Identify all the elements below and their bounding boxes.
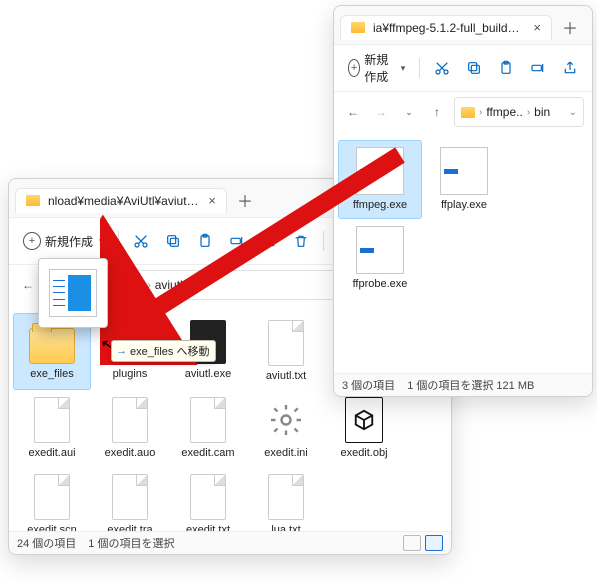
rename-button[interactable] <box>524 54 552 82</box>
file-item[interactable]: ffmpeg.exe <box>338 140 422 219</box>
status-selection: 1 個の項目を選択 121 MB <box>407 377 534 393</box>
file-icon <box>190 474 226 520</box>
file-icon <box>112 474 148 520</box>
file-label: exedit.auo <box>105 447 156 460</box>
file-label: aviutl.exe <box>185 368 231 381</box>
file-icon <box>268 320 304 366</box>
gear-icon <box>263 397 309 443</box>
rename-button[interactable] <box>223 227 251 255</box>
tab-title: nload¥media¥AviUtl¥aviutl110 <box>48 194 200 208</box>
folder-icon <box>108 280 122 291</box>
share-button[interactable] <box>556 54 584 82</box>
explorer-window-ffmpeg[interactable]: ia¥ffmpeg-5.1.2-full_build¥bin × ＋ + 新規作… <box>333 5 593 397</box>
back-button[interactable]: ← <box>17 278 39 292</box>
file-item[interactable]: aviutl.txt <box>247 313 325 390</box>
new-button[interactable]: + 新規作成 ▾ <box>342 54 411 82</box>
new-tab-button[interactable]: ＋ <box>558 15 582 39</box>
file-label: aviutl.txt <box>266 370 306 383</box>
file-item[interactable]: exedit.auo <box>91 390 169 467</box>
file-label: exedit.aui <box>28 447 75 460</box>
recent-button[interactable]: ⌄ <box>398 107 420 118</box>
plus-icon: + <box>23 232 41 250</box>
up-button[interactable]: ↑ <box>426 105 448 119</box>
file-item[interactable]: ffprobe.exe <box>338 219 422 298</box>
file-label: exedit.cam <box>181 447 234 460</box>
paste-button[interactable] <box>191 227 219 255</box>
delete-button[interactable] <box>287 227 315 255</box>
file-label: lua.txt <box>271 524 300 531</box>
chevron-down-icon: ▾ <box>401 63 406 74</box>
icons-view-button[interactable] <box>425 535 443 551</box>
copy-button[interactable] <box>460 54 488 82</box>
chevron-down-icon: ▾ <box>99 236 104 247</box>
status-bar: 3 個の項目 1 個の項目を選択 121 MB <box>334 373 592 396</box>
folder-icon <box>351 22 365 33</box>
address-bar-row: ← → ⌄ ↑ › ffmpe.. › bin ⌄ <box>334 92 592 132</box>
paste-button[interactable] <box>492 54 520 82</box>
file-icon <box>34 474 70 520</box>
folder-open-icon <box>29 328 75 364</box>
close-icon[interactable]: × <box>533 21 541 34</box>
file-label: exedit.txt <box>186 524 230 531</box>
file-icon <box>268 474 304 520</box>
file-item[interactable]: exedit.txt <box>169 467 247 531</box>
close-icon[interactable]: × <box>208 194 216 207</box>
file-item[interactable]: exedit.tra <box>91 467 169 531</box>
file-item[interactable]: exedit.obj <box>325 390 403 467</box>
tab-active[interactable]: nload¥media¥AviUtl¥aviutl110 × <box>15 188 227 213</box>
toolbar: + 新規作成 ▾ <box>334 44 592 92</box>
new-label: 新規作成 <box>45 233 93 250</box>
folder-icon <box>26 195 40 206</box>
file-item[interactable]: exedit.scn <box>13 467 91 531</box>
new-label: 新規作成 <box>364 51 395 85</box>
move-tooltip-text: exe_files へ移動 <box>130 343 209 359</box>
new-button[interactable]: + 新規作成 ▾ <box>17 227 110 255</box>
forward-button[interactable]: → <box>370 105 392 119</box>
breadcrumb[interactable]: › ... › aviutl.. <box>101 270 353 300</box>
file-item[interactable]: exedit.ini <box>247 390 325 467</box>
status-count: 24 個の項目 <box>17 535 76 551</box>
file-item[interactable]: exedit.cam <box>169 390 247 467</box>
file-item[interactable]: exedit.aui <box>13 390 91 467</box>
folder-icon <box>461 107 475 118</box>
tab-title: ia¥ffmpeg-5.1.2-full_build¥bin <box>373 21 525 35</box>
file-item[interactable]: ffplay.exe <box>422 140 506 219</box>
share-button[interactable] <box>255 227 283 255</box>
file-label: exedit.tra <box>107 524 152 531</box>
file-label: exe_files <box>30 368 73 381</box>
file-icon <box>34 397 70 443</box>
file-icon <box>112 397 148 443</box>
drag-ghost-icon <box>38 258 108 328</box>
cut-button[interactable] <box>428 54 456 82</box>
details-view-button[interactable] <box>403 535 421 551</box>
tab-strip: ia¥ffmpeg-5.1.2-full_build¥bin × ＋ <box>334 6 592 44</box>
obj-file-icon <box>345 397 383 443</box>
plus-icon: + <box>348 59 360 77</box>
file-label: exedit.scn <box>27 524 77 531</box>
file-label: exedit.obj <box>340 447 387 460</box>
file-grid[interactable]: ffmpeg.exe ffplay.exe ffprobe.exe <box>334 132 592 373</box>
move-arrow-icon: → <box>116 345 127 357</box>
file-item[interactable]: lua.txt <box>247 467 325 531</box>
file-label: plugins <box>113 368 148 381</box>
new-tab-button[interactable]: ＋ <box>233 188 257 212</box>
copy-button[interactable] <box>159 227 187 255</box>
status-count: 3 個の項目 <box>342 377 395 393</box>
file-label: ffprobe.exe <box>353 278 408 291</box>
status-bar: 24 個の項目 1 個の項目を選択 <box>9 531 451 554</box>
breadcrumb[interactable]: › ffmpe.. › bin ⌄ <box>454 97 584 127</box>
back-button[interactable]: ← <box>342 105 364 119</box>
move-tooltip: → exe_files へ移動 <box>111 340 216 362</box>
tab-active[interactable]: ia¥ffmpeg-5.1.2-full_build¥bin × <box>340 15 552 40</box>
file-label: exedit.ini <box>264 447 307 460</box>
status-selection: 1 個の項目を選択 <box>88 535 174 551</box>
file-icon <box>190 397 226 443</box>
cut-button[interactable] <box>127 227 155 255</box>
file-label: ffmpeg.exe <box>353 199 407 212</box>
file-label: ffplay.exe <box>441 199 487 212</box>
